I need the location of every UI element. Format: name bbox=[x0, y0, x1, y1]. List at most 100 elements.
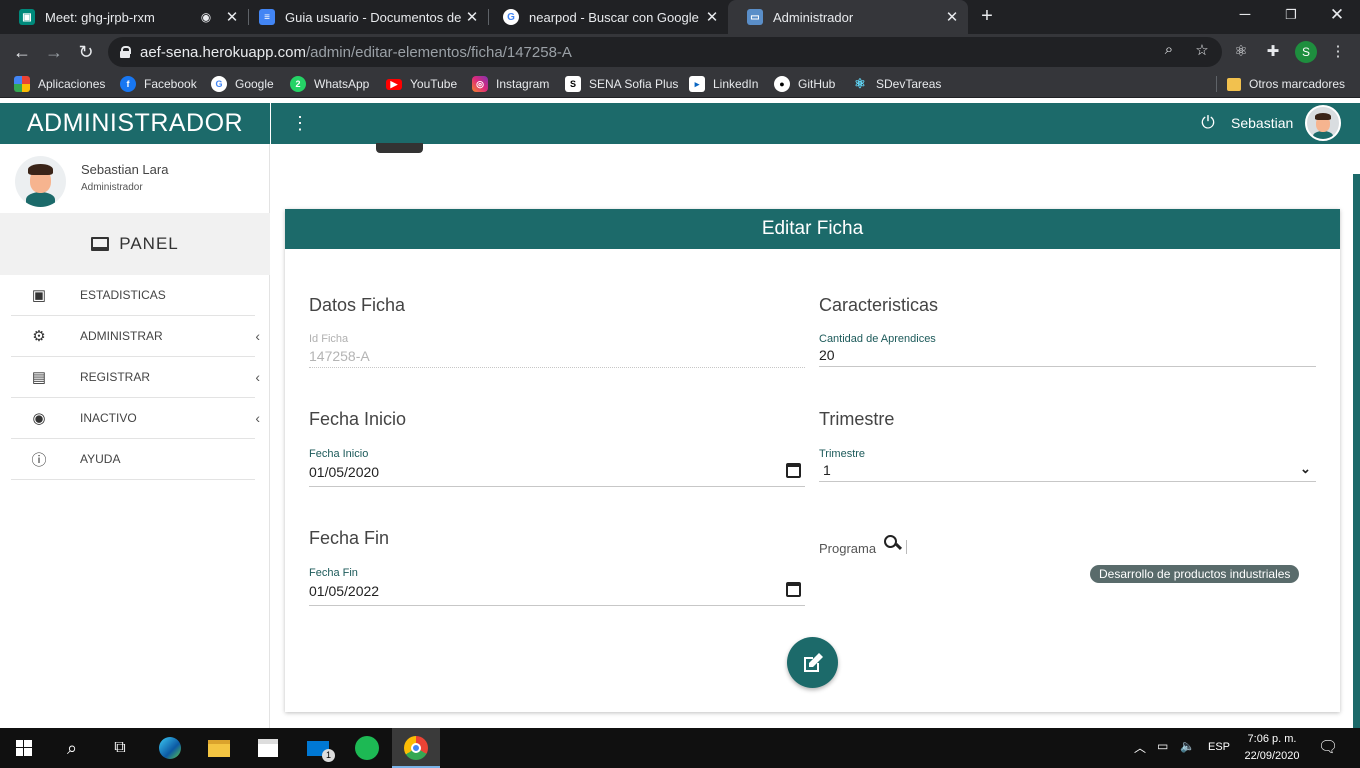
clock[interactable]: 7:06 p. m. 22/09/2020 bbox=[1230, 731, 1314, 765]
trimestre-underline bbox=[819, 481, 1316, 482]
reload-button[interactable]: ↻ bbox=[74, 40, 98, 64]
clock-time: 7:06 p. m. bbox=[1247, 733, 1297, 745]
mail-icon[interactable]: 1 bbox=[294, 728, 342, 768]
chevron-left-icon: ‹ bbox=[255, 328, 260, 344]
bookmark-whatsapp[interactable]: 2 WhatsApp bbox=[290, 75, 369, 93]
volume-icon[interactable]: 🔈 bbox=[1180, 739, 1195, 753]
bookmark-linkedin[interactable]: ▸ LinkedIn bbox=[689, 75, 758, 93]
trimestre-select[interactable]: 1 bbox=[823, 462, 831, 478]
calendar-icon[interactable] bbox=[786, 463, 801, 478]
extensions-puzzle-icon[interactable]: ✚ bbox=[1262, 41, 1284, 63]
new-tab-button[interactable]: + bbox=[976, 5, 998, 27]
back-button[interactable]: ← bbox=[10, 40, 34, 64]
bookmark-sdevtareas[interactable]: ⚛ SDevTareas bbox=[852, 75, 941, 93]
browser-toolbar: ← → ↻ aef-sena.herokuapp.com/admin/edita… bbox=[0, 34, 1360, 70]
notifications-icon[interactable]: 🗨 bbox=[1318, 737, 1338, 757]
tray-up-arrow-icon[interactable]: ︿ bbox=[1134, 739, 1146, 756]
bookmark-sena[interactable]: S SENA Sofia Plus bbox=[565, 75, 678, 93]
trimestre-heading: Trimestre bbox=[819, 409, 895, 429]
chevron-down-icon[interactable]: ⌄ bbox=[1300, 461, 1311, 477]
task-view-icon[interactable]: ⧉ bbox=[96, 728, 144, 768]
close-window-button[interactable]: ✕ bbox=[1314, 0, 1360, 30]
sidebar-item-label: ESTADISTICAS bbox=[80, 288, 166, 302]
more-vert-icon[interactable]: ⋮ bbox=[291, 113, 309, 133]
restore-button[interactable]: ❐ bbox=[1268, 0, 1314, 30]
url-path: /admin/editar-elementos/ficha/147258-A bbox=[305, 43, 572, 61]
docs-icon: ≡ bbox=[259, 9, 275, 25]
chrome-taskbar-icon[interactable] bbox=[392, 728, 440, 768]
power-icon[interactable]: ⏻ bbox=[1198, 113, 1218, 133]
bookmark-instagram[interactable]: ◎ Instagram bbox=[472, 75, 549, 93]
store-icon[interactable] bbox=[244, 728, 292, 768]
programa-search-input[interactable] bbox=[906, 540, 907, 554]
browser-tab-strip: ▣ Meet: ghg-jrpb-rxm ◉ ✕ ≡ Guia usuario … bbox=[0, 0, 1360, 34]
panel-button[interactable]: PANEL bbox=[0, 213, 270, 275]
stats-book-icon: ▣ bbox=[31, 287, 47, 304]
file-explorer-icon[interactable] bbox=[195, 728, 243, 768]
search-icon[interactable] bbox=[884, 535, 902, 553]
programa-chip[interactable]: Desarrollo de productos industriales bbox=[1090, 565, 1300, 583]
edge-icon[interactable] bbox=[146, 728, 194, 768]
react-icon: ⚛ bbox=[852, 76, 868, 92]
cantidad-aprendices-input[interactable]: 20 bbox=[819, 347, 835, 363]
programa-label: Programa bbox=[819, 541, 877, 556]
zoom-icon[interactable]: ⌕ bbox=[1158, 41, 1180, 58]
bookmark-star-icon[interactable]: ☆ bbox=[1191, 41, 1213, 59]
bookmark-github[interactable]: ● GitHub bbox=[774, 75, 835, 93]
sidebar: Sebastian Lara Administrador PANEL ▣ EST… bbox=[0, 144, 270, 728]
bookmark-other[interactable]: Otros marcadores bbox=[1227, 75, 1345, 93]
close-tab-icon[interactable]: ✕ bbox=[462, 8, 482, 26]
sidebar-item-administrar[interactable]: ⚙ ADMINISTRAR ‹ bbox=[11, 316, 260, 357]
sidebar-item-ayuda[interactable]: ⓘ AYUDA bbox=[11, 439, 255, 480]
sidebar-item-inactivo[interactable]: ◉ INACTIVO ‹ bbox=[11, 398, 260, 439]
close-tab-icon[interactable]: ✕ bbox=[702, 8, 722, 26]
close-tab-icon[interactable]: ✕ bbox=[222, 8, 242, 26]
bookmark-apps[interactable]: Aplicaciones bbox=[14, 75, 105, 93]
tab-title: Meet: ghg-jrpb-rxm bbox=[45, 9, 155, 25]
url-text[interactable]: aef-sena.herokuapp.com/admin/editar-elem… bbox=[140, 44, 572, 61]
search-icon[interactable]: ⌕ bbox=[48, 728, 96, 768]
info-icon: ⓘ bbox=[31, 451, 47, 469]
mail-badge: 1 bbox=[322, 749, 335, 762]
card-title: Editar Ficha bbox=[285, 209, 1340, 249]
bookmark-label: Facebook bbox=[144, 77, 197, 91]
bookmark-label: Instagram bbox=[496, 77, 550, 91]
spotify-icon[interactable] bbox=[343, 728, 391, 768]
header-avatar[interactable] bbox=[1305, 105, 1341, 141]
brand-title[interactable]: ADMINISTRADOR bbox=[0, 103, 270, 144]
linkedin-icon: ▸ bbox=[689, 76, 705, 92]
app-window: ADMINISTRADOR ⋮ ⏻ Sebastian Sebastian La… bbox=[0, 98, 1360, 728]
tab-meet[interactable]: ▣ Meet: ghg-jrpb-rxm ◉ ✕ bbox=[0, 0, 248, 34]
minimize-button[interactable]: ─ bbox=[1222, 0, 1268, 30]
calendar-icon[interactable] bbox=[786, 582, 801, 597]
bookmark-youtube[interactable]: ▶ YouTube bbox=[386, 75, 457, 93]
profile-avatar[interactable]: S bbox=[1295, 41, 1317, 63]
language-indicator[interactable]: ESP bbox=[1208, 741, 1230, 753]
clock-date: 22/09/2020 bbox=[1244, 750, 1300, 762]
start-button[interactable] bbox=[0, 728, 48, 768]
sidebar-item-registrar[interactable]: ▤ REGISTRAR ‹ bbox=[11, 357, 260, 398]
edit-submit-button[interactable] bbox=[787, 637, 838, 688]
react-devtools-icon[interactable]: ⚛ bbox=[1230, 41, 1252, 63]
fecha-inicio-heading: Fecha Inicio bbox=[309, 409, 407, 429]
fecha-fin-input[interactable]: 01/05/2022 bbox=[309, 583, 379, 599]
apps-grid-icon bbox=[14, 76, 30, 92]
recording-dot-icon: ◉ bbox=[200, 10, 212, 24]
network-icon[interactable]: ▭ bbox=[1157, 739, 1168, 753]
cantidad-underline bbox=[819, 366, 1316, 367]
bookmark-facebook[interactable]: f Facebook bbox=[120, 75, 197, 93]
sidebar-item-estadisticas[interactable]: ▣ ESTADISTICAS bbox=[11, 275, 255, 316]
forward-button[interactable]: → bbox=[42, 40, 66, 64]
youtube-icon: ▶ bbox=[386, 78, 402, 90]
tab-docs[interactable]: ≡ Guia usuario - Documentos de Google ✕ bbox=[240, 0, 488, 34]
address-bar[interactable]: aef-sena.herokuapp.com/admin/editar-elem… bbox=[108, 37, 1222, 67]
close-tab-icon[interactable]: ✕ bbox=[942, 8, 962, 26]
scrolled-content-fragment bbox=[376, 143, 423, 153]
tab-title: Administrador bbox=[773, 9, 854, 25]
page-scrollbar[interactable] bbox=[1353, 174, 1360, 728]
tab-administrador[interactable]: ▭ Administrador ✕ bbox=[728, 0, 968, 34]
tab-google-search[interactable]: G nearpod - Buscar con Google ✕ bbox=[484, 0, 728, 34]
fecha-inicio-input[interactable]: 01/05/2020 bbox=[309, 464, 379, 480]
chrome-menu-icon[interactable]: ⋮ bbox=[1327, 41, 1349, 63]
bookmark-google[interactable]: G Google bbox=[211, 75, 274, 93]
